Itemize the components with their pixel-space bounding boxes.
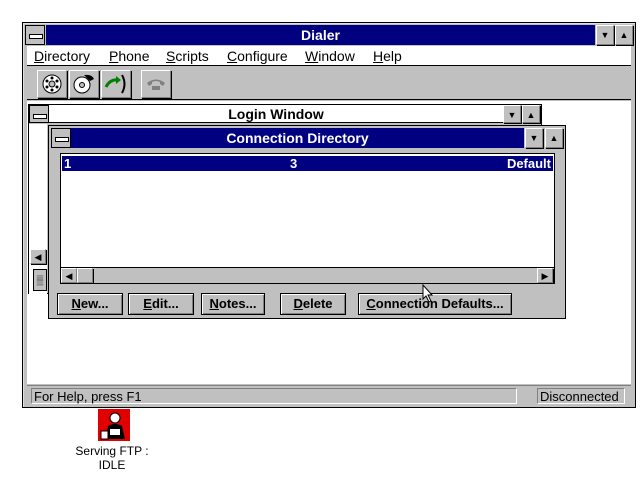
minimize-icon: ▼ [507,110,517,120]
login-maximize-button[interactable]: ▲ [522,105,540,123]
ftp-server-icon [98,409,130,441]
connection-directory-window: Connection Directory ▼ ▲ 1 3 Default ◀ ▶… [48,125,566,319]
dial-phone-button[interactable] [69,70,99,98]
scroll-left-button[interactable]: ◀ [61,268,77,283]
new-button[interactable]: New... [57,293,123,315]
maximize-icon: ▲ [549,133,559,143]
menu-phone[interactable]: Phone [109,47,150,65]
new-button-label: New... [71,296,109,311]
conn-system-menu-button[interactable] [51,128,71,148]
minimize-icon: ▼ [600,30,610,40]
toolbar [27,67,631,100]
status-help-text: For Help, press F1 [31,388,517,404]
edit-button-label: Edit... [143,296,179,311]
edit-button[interactable]: Edit... [128,293,194,315]
scroll-thumb[interactable] [77,268,93,283]
delete-button-label: Delete [293,296,333,311]
menu-window[interactable]: Window [305,47,355,65]
connection-defaults-button[interactable]: Connection Defaults... [358,293,512,315]
list-cell-number: 1 [64,156,72,171]
minimize-icon: ▼ [529,133,539,143]
login-system-menu-button[interactable] [29,105,49,123]
list-cell-name: Default [506,156,551,171]
login-title-bar[interactable]: Login Window [49,105,503,123]
menu-bar: Directory Phone Scripts Configure Window… [27,46,631,66]
menu-help[interactable]: Help [373,47,402,65]
hangup-button[interactable] [141,70,171,98]
maximize-icon: ▲ [526,110,536,120]
delete-button[interactable]: Delete [280,293,346,315]
login-minimize-button[interactable]: ▼ [503,105,521,123]
login-title: Login Window [228,106,324,122]
scroll-right-button[interactable]: ▶ [537,268,553,283]
transfer-call-icon [104,74,126,94]
conn-minimize-button[interactable]: ▼ [525,128,543,148]
conn-maximize-button[interactable]: ▲ [545,128,563,148]
notes-button[interactable]: Notes... [201,293,265,315]
login-scroll-left-button[interactable]: ◀ [30,249,46,264]
menu-configure[interactable]: Configure [227,47,288,65]
dial-phone-icon [73,74,94,94]
conn-title-bar[interactable]: Connection Directory [71,128,524,148]
system-menu-button[interactable] [25,25,45,45]
arrow-right-icon: ▶ [541,271,549,281]
arrow-left-icon: ◀ [65,271,73,281]
serving-ftp-icon[interactable] [98,409,130,441]
arrow-left-icon: ◀ [34,252,42,262]
connection-defaults-button-label: Connection Defaults... [366,296,504,311]
list-item[interactable]: 1 3 Default [62,156,553,171]
dialer-title-bar[interactable]: Dialer [46,25,595,45]
status-bar: For Help, press F1 Disconnected [27,385,631,405]
status-connection-state: Disconnected [537,388,625,404]
dialer-title: Dialer [301,27,340,43]
hangup-icon [147,79,165,90]
login-terminal-icon[interactable]: ▒ [33,269,47,291]
dial-rotary-button[interactable] [37,70,67,98]
ftp-caption-line2: IDLE [98,458,126,472]
menu-scripts[interactable]: Scripts [166,47,209,65]
serving-ftp-caption: Serving FTP : IDLE [62,444,162,472]
dial-rotary-icon [42,74,62,94]
horizontal-scrollbar[interactable]: ◀ ▶ [61,267,554,283]
ftp-caption-line1: Serving FTP : [75,444,149,458]
list-cell-value: 3 [290,156,298,171]
transfer-call-button[interactable] [101,70,131,98]
minimize-button[interactable]: ▼ [596,25,614,45]
conn-title: Connection Directory [226,130,369,146]
maximize-icon: ▲ [619,30,629,40]
connection-list[interactable]: 1 3 Default ◀ ▶ [60,153,555,284]
mouse-cursor-icon [422,284,434,303]
notes-button-label: Notes... [209,296,257,311]
maximize-button[interactable]: ▲ [615,25,633,45]
menu-directory[interactable]: Directory [34,47,90,65]
